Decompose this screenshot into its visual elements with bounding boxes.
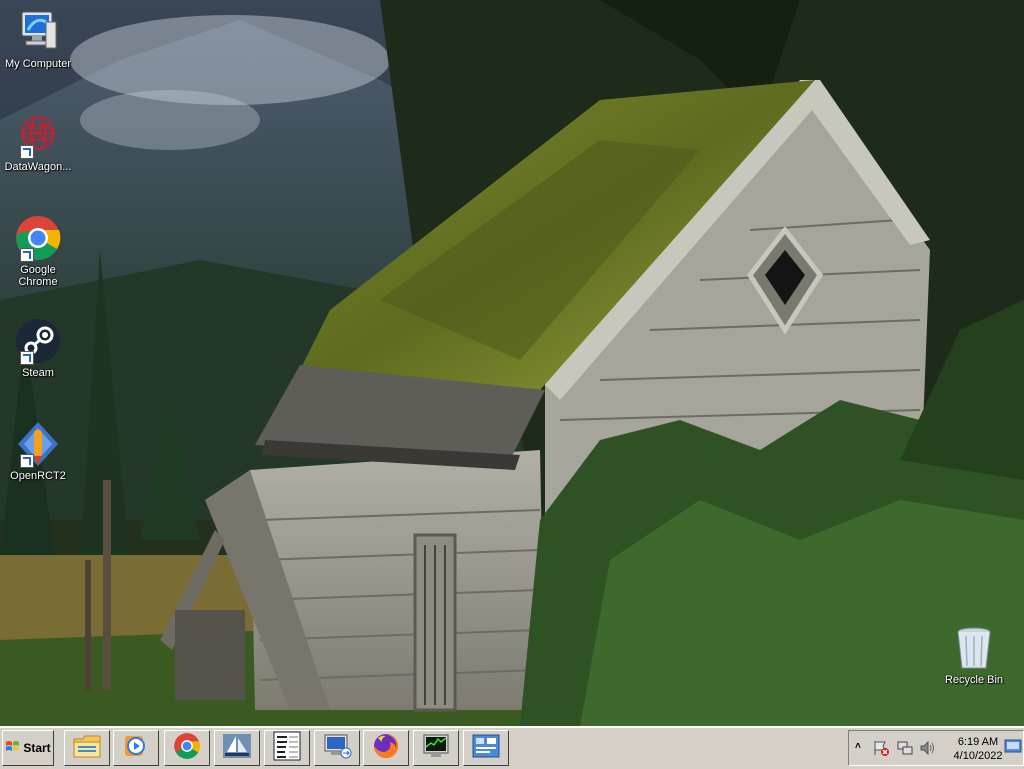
taskbar-task-manager[interactable] bbox=[413, 730, 459, 766]
chrome-icon bbox=[14, 214, 62, 262]
desktop-icon-my-computer[interactable]: My Computer bbox=[0, 8, 76, 70]
desktop-icon-label: Steam bbox=[22, 367, 54, 379]
taskbar-firefox[interactable] bbox=[363, 730, 409, 766]
taskbar-sailboat-app[interactable] bbox=[214, 730, 260, 766]
datawagon-icon bbox=[14, 111, 62, 159]
remote-desktop-icon bbox=[322, 732, 352, 765]
start-label: Start bbox=[23, 741, 51, 755]
chrome-icon bbox=[173, 732, 201, 765]
sailboat-app-icon bbox=[222, 732, 252, 765]
recycle-bin-icon bbox=[950, 624, 998, 672]
media-player-icon bbox=[122, 732, 150, 765]
desktop-icon-datawagon[interactable]: DataWagon... bbox=[0, 111, 76, 173]
shortcut-arrow-icon bbox=[20, 248, 34, 262]
system-tray: ˄ 6:19 AM 4/10/2022 bbox=[848, 730, 1024, 766]
steam-icon bbox=[14, 317, 62, 365]
taskbar: Start ˄ 6:19 AM 4/10/2022 bbox=[0, 726, 1024, 769]
file-explorer-icon bbox=[72, 733, 102, 764]
taskbar-control-panel[interactable] bbox=[463, 730, 509, 766]
desktop-icon-label: Recycle Bin bbox=[944, 674, 1004, 686]
show-desktop-icon[interactable] bbox=[1004, 739, 1022, 755]
desktop-icon-google-chrome[interactable]: Google Chrome bbox=[0, 214, 76, 288]
taskbar-media-player[interactable] bbox=[113, 730, 159, 766]
wallpaper-scene bbox=[0, 0, 1024, 726]
action-center-flag-icon[interactable] bbox=[873, 740, 889, 761]
windows-logo-icon bbox=[5, 739, 21, 758]
openrct2-icon bbox=[14, 420, 62, 468]
address-form-icon bbox=[272, 731, 302, 766]
computer-icon bbox=[14, 8, 62, 56]
control-panel-icon bbox=[471, 733, 501, 764]
shortcut-arrow-icon bbox=[20, 145, 34, 159]
start-button[interactable]: Start bbox=[2, 730, 54, 766]
taskbar-remote-desktop[interactable] bbox=[314, 730, 360, 766]
taskbar-file-explorer[interactable] bbox=[64, 730, 110, 766]
volume-icon[interactable] bbox=[919, 740, 937, 761]
firefox-icon bbox=[372, 732, 400, 765]
shortcut-arrow-icon bbox=[20, 454, 34, 468]
desktop-icon-label: My Computer bbox=[4, 58, 72, 70]
task-manager-icon bbox=[421, 733, 451, 764]
desktop-icon-label: DataWagon... bbox=[4, 161, 72, 173]
network-icon[interactable] bbox=[897, 740, 913, 761]
desktop-icon-label: OpenRCT2 bbox=[10, 470, 66, 482]
desktop-icon-recycle-bin[interactable]: Recycle Bin bbox=[936, 624, 1012, 686]
desktop-icon-label: Google Chrome bbox=[18, 264, 58, 288]
desktop-icon-openrct2[interactable]: OpenRCT2 bbox=[0, 420, 76, 482]
show-hidden-icons-chevron[interactable]: ˄ bbox=[855, 741, 861, 752]
shortcut-arrow-icon bbox=[20, 351, 34, 365]
desktop-wallpaper: My Computer DataWagon... Google Chrome S… bbox=[0, 0, 1024, 726]
desktop-icon-steam[interactable]: Steam bbox=[0, 317, 76, 379]
taskbar-address-form[interactable] bbox=[264, 730, 310, 766]
taskbar-chrome[interactable] bbox=[164, 730, 210, 766]
